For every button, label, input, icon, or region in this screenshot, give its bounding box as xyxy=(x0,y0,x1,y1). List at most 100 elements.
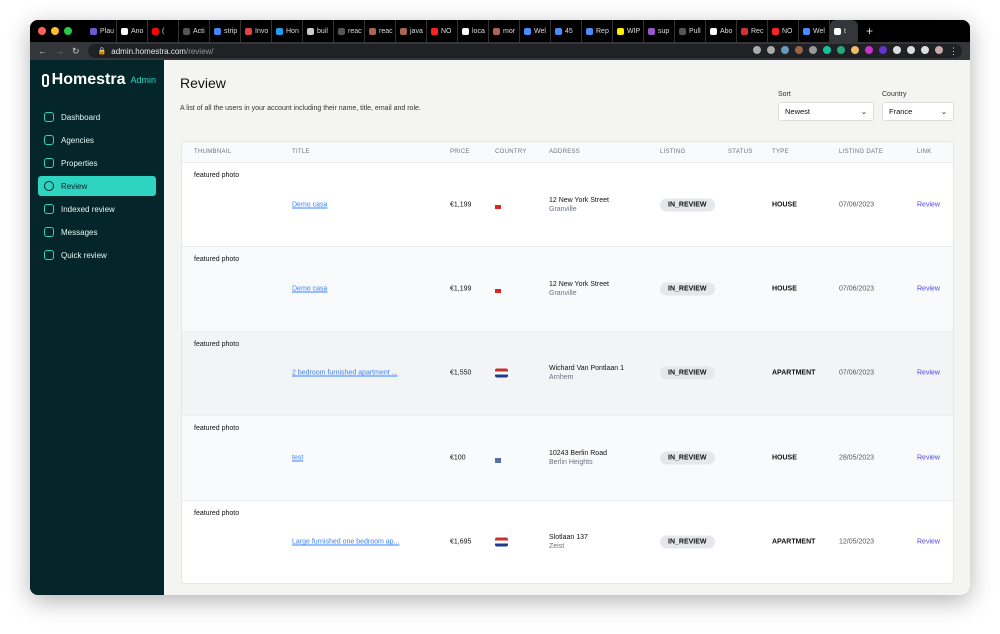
browser-tab[interactable]: Hon xyxy=(272,20,303,42)
browser-tab[interactable]: Pull xyxy=(675,20,706,42)
table-row: featured photo Large furnished one bedro… xyxy=(182,500,953,583)
sort-select[interactable]: Newest ⌄ xyxy=(778,102,874,121)
favicon-icon xyxy=(276,27,283,35)
sidebar-item-dashboard[interactable]: Dashboard xyxy=(38,107,156,127)
column-header[interactable]: PRICE xyxy=(450,149,470,155)
table-header: THUMBNAIL TITLE PRICE COUNTRY ADDRESS LISTING… xyxy=(182,142,953,163)
browser-tab[interactable]: reac xyxy=(365,20,396,42)
country-flag-icon xyxy=(495,537,508,547)
extension-icon[interactable] xyxy=(809,45,817,54)
favicon-icon xyxy=(834,27,841,35)
extension-icon[interactable] xyxy=(837,45,845,54)
extension-icon[interactable] xyxy=(781,45,789,54)
chevron-down-icon: ⌄ xyxy=(860,107,867,116)
review-link[interactable]: Review xyxy=(917,201,940,208)
sidebar-item-agencies[interactable]: Agencies xyxy=(38,130,156,150)
favicon-icon xyxy=(152,27,159,35)
listing-title-link[interactable]: test xyxy=(292,454,303,461)
browser-tab[interactable]: NO xyxy=(768,20,799,42)
browser-tab[interactable]: Abo xyxy=(706,20,737,42)
menu-icon[interactable]: ⋮ xyxy=(949,46,958,57)
browser-tab[interactable]: 45 xyxy=(551,20,582,42)
maximize-window-button[interactable] xyxy=(64,27,72,35)
browser-tab[interactable]: Rep xyxy=(582,20,613,42)
browser-tab[interactable]: buil xyxy=(303,20,334,42)
share-icon[interactable] xyxy=(753,45,761,54)
puzzle-icon[interactable] xyxy=(893,45,901,54)
reload-icon[interactable]: ↻ xyxy=(72,46,80,57)
page-subtitle: A list of all the users in your account … xyxy=(180,105,421,112)
sidebar-item-indexed-review[interactable]: Indexed review xyxy=(38,199,156,219)
browser-tab[interactable]: Ano xyxy=(117,20,148,42)
dashboard-icon xyxy=(44,112,54,122)
price: €1,550 xyxy=(450,369,472,377)
listing-title-link[interactable]: Large furnished one bedroom ap... xyxy=(292,539,399,546)
price: €100 xyxy=(450,454,466,462)
url-input[interactable]: 🔒 admin.homestra.com/review/ ⋮ xyxy=(87,44,962,58)
extension-icon[interactable] xyxy=(795,45,803,54)
review-link[interactable]: Review xyxy=(917,539,940,546)
column-header[interactable]: LISTING DATE xyxy=(839,149,883,155)
chevron-down-icon: ⌄ xyxy=(940,107,947,116)
browser-tab[interactable]: WIP xyxy=(613,20,644,42)
favicon-icon xyxy=(369,27,376,35)
column-header[interactable]: ADDRESS xyxy=(549,149,580,155)
browser-tab[interactable]: ( xyxy=(148,20,179,42)
favicon-icon xyxy=(679,27,686,35)
star-icon[interactable] xyxy=(767,45,775,54)
minimize-window-button[interactable] xyxy=(51,27,59,35)
review-icon xyxy=(44,181,54,191)
column-header[interactable]: LINK xyxy=(917,149,932,155)
review-link[interactable]: Review xyxy=(917,454,940,461)
reading-list-icon[interactable] xyxy=(907,45,915,54)
logo[interactable]: Homestra Admin xyxy=(42,71,156,89)
column-header[interactable]: COUNTRY xyxy=(495,149,527,155)
grammarly-icon[interactable] xyxy=(823,45,831,54)
browser-tab[interactable]: Rec xyxy=(737,20,768,42)
review-link[interactable]: Review xyxy=(917,370,940,377)
new-tab-button[interactable]: + xyxy=(866,24,873,38)
favicon-icon xyxy=(617,27,624,35)
listing-title-link[interactable]: Demo casa xyxy=(292,286,327,293)
close-window-button[interactable] xyxy=(38,27,46,35)
column-header[interactable]: LISTING xyxy=(660,149,685,155)
favicon-icon xyxy=(214,27,221,35)
browser-tab[interactable]: strip xyxy=(210,20,241,42)
listing-title-link[interactable]: 2 bedroom furnished apartment ... xyxy=(292,370,397,377)
property-type: APARTMENT xyxy=(772,538,816,546)
browser-tab[interactable]: Acti xyxy=(179,20,210,42)
back-icon[interactable]: ← xyxy=(38,46,47,56)
browser-tab[interactable]: loca xyxy=(458,20,489,42)
sidebar-item-quick-review[interactable]: Quick review xyxy=(38,245,156,265)
browser-tab[interactable]: Wel xyxy=(520,20,551,42)
table-row: featured photo 2 bedroom furnished apart… xyxy=(182,331,953,417)
address: Slotlaan 137 Zeist xyxy=(549,534,588,551)
column-header[interactable]: STATUS xyxy=(728,149,753,155)
extension-icon[interactable] xyxy=(865,45,873,54)
address: 12 New York Street Granville xyxy=(549,196,609,213)
column-header[interactable]: THUMBNAIL xyxy=(194,149,231,155)
column-header[interactable]: TYPE xyxy=(772,149,789,155)
extension-icon[interactable] xyxy=(851,45,859,54)
browser-tab[interactable]: mor xyxy=(489,20,520,42)
favicon-icon xyxy=(710,27,717,35)
sidebar-item-properties[interactable]: Properties xyxy=(38,153,156,173)
browser-tab[interactable]: NO xyxy=(427,20,458,42)
browser-tab[interactable]: java xyxy=(396,20,427,42)
browser-tab[interactable]: Plau xyxy=(86,20,117,42)
browser-tab[interactable]: Wel xyxy=(799,20,830,42)
sidebar-icon[interactable] xyxy=(921,45,929,54)
browser-tab[interactable]: sup xyxy=(644,20,675,42)
column-header[interactable]: TITLE xyxy=(292,149,310,155)
browser-tab[interactable]: reac xyxy=(334,20,365,42)
browser-tab[interactable]: t xyxy=(830,20,858,42)
review-link[interactable]: Review xyxy=(917,286,940,293)
browser-tab[interactable]: Invo xyxy=(241,20,272,42)
extension-icon[interactable] xyxy=(879,45,887,54)
sidebar-item-review[interactable]: Review xyxy=(38,176,156,196)
profile-avatar[interactable] xyxy=(935,45,943,54)
forward-icon[interactable]: → xyxy=(55,46,64,56)
listing-title-link[interactable]: Demo casa xyxy=(292,201,327,208)
country-select[interactable]: France ⌄ xyxy=(882,102,954,121)
sidebar-item-messages[interactable]: Messages xyxy=(38,222,156,242)
